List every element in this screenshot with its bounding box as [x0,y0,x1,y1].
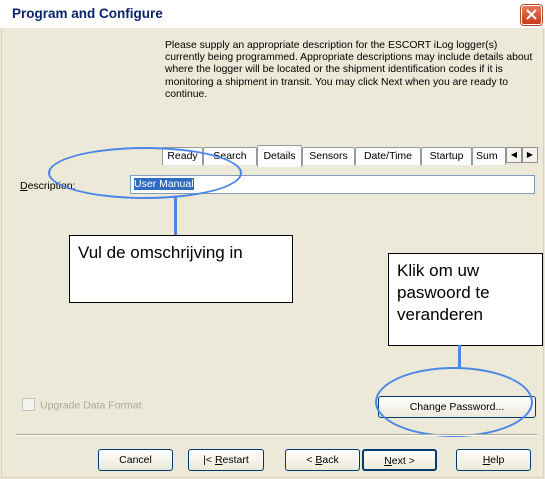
change-password-highlight-ellipse [375,367,533,437]
instruction-text: Please supply an appropriate description… [165,40,533,100]
tab-scroll-left-button[interactable]: ◀ [506,147,522,163]
program-configure-dialog: Program and Configure Please supply an a… [0,0,545,479]
cancel-button[interactable]: Cancel [98,449,173,471]
tab-scroll-right-button[interactable]: ▶ [522,147,538,163]
upgrade-data-format-checkbox[interactable] [22,398,35,411]
tab-startup[interactable]: Startup [421,147,472,165]
description-callout: Vul de omschrijving in [69,235,293,303]
back-button[interactable]: < Back [285,449,360,471]
tab-sensors[interactable]: Sensors [302,147,355,165]
title-bar: Program and Configure [0,0,545,28]
arrow-left-icon: ◀ [510,150,518,159]
tab-summary[interactable]: Sum [472,147,506,165]
description-highlight-ellipse [48,147,242,199]
help-button[interactable]: Help [456,449,531,471]
next-button[interactable]: Next > [362,449,437,471]
tab-date-time[interactable]: Date/Time [355,147,421,165]
upgrade-data-format-option: Upgrade Data Format [22,398,142,412]
description-callout-connector [174,197,177,237]
close-button[interactable] [521,5,542,25]
tab-details[interactable]: Details [257,145,302,167]
password-callout: Klik om uw paswoord te veranderen [388,253,543,346]
window-title: Program and Configure [12,6,163,21]
close-icon [526,9,537,20]
arrow-right-icon: ▶ [526,150,534,159]
password-callout-connector [458,345,461,367]
restart-button[interactable]: |< Restart [188,449,264,471]
upgrade-data-format-label: Upgrade Data Format [40,399,142,412]
button-separator [16,434,537,436]
